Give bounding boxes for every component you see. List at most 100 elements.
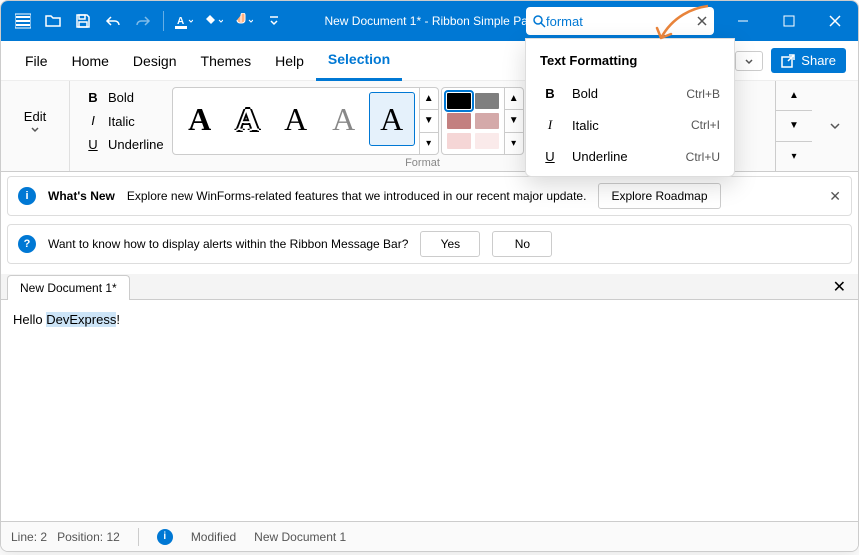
- gallery-expand-icon[interactable]: ▾: [505, 132, 523, 154]
- color-swatch[interactable]: [475, 113, 499, 129]
- color-swatch[interactable]: [475, 133, 499, 149]
- question-icon: ?: [18, 235, 36, 253]
- italic-icon: I: [540, 117, 560, 133]
- explore-roadmap-button[interactable]: Explore Roadmap: [598, 183, 720, 209]
- tab-design[interactable]: Design: [121, 41, 189, 81]
- close-button[interactable]: [812, 1, 858, 41]
- search-result-label: Underline: [572, 149, 628, 164]
- close-icon[interactable]: ✕: [829, 188, 841, 205]
- search-results-dropdown: Text Formatting B Bold Ctrl+B I Italic C…: [525, 38, 735, 177]
- underline-label: Underline: [108, 137, 164, 152]
- style-item-5[interactable]: A: [369, 92, 415, 146]
- share-button[interactable]: Share: [771, 48, 846, 73]
- question-text: Want to know how to display alerts withi…: [48, 237, 408, 251]
- maximize-button[interactable]: [766, 1, 812, 41]
- search-result-underline[interactable]: U Underline Ctrl+U: [526, 141, 734, 172]
- tab-help[interactable]: Help: [263, 41, 316, 81]
- titlebar-right: [526, 1, 858, 41]
- ribbon-overflow-expand-icon[interactable]: ▾: [776, 141, 812, 171]
- gallery-expand-icon[interactable]: ▾: [420, 132, 438, 154]
- gallery-scroll-down-icon[interactable]: ▼: [420, 109, 438, 131]
- search-icon: [532, 14, 546, 28]
- search-results-header: Text Formatting: [526, 47, 734, 78]
- bold-icon: B: [540, 86, 560, 101]
- color-gallery-scroll: ▲ ▼ ▾: [504, 88, 523, 154]
- italic-button[interactable]: I Italic: [80, 110, 170, 132]
- whats-new-bar: i What's New Explore new WinForms-relate…: [7, 176, 852, 216]
- font-style-list: B Bold I Italic U Underline: [80, 87, 170, 155]
- color-swatch[interactable]: [447, 113, 471, 129]
- separator: [138, 528, 139, 546]
- bold-button[interactable]: B Bold: [80, 87, 170, 108]
- app-window: A New Document 1* - Ribbon Simple Pad: [0, 0, 859, 552]
- color-swatch[interactable]: [475, 93, 499, 109]
- style-item-4[interactable]: A: [321, 92, 367, 146]
- open-icon[interactable]: [39, 7, 67, 35]
- qat-customize-icon[interactable]: [260, 7, 288, 35]
- font-style-items: A A A A A: [173, 88, 419, 154]
- search-input[interactable]: [546, 14, 696, 29]
- tab-themes[interactable]: Themes: [189, 41, 264, 81]
- gallery-scroll-up-icon[interactable]: ▲: [420, 88, 438, 109]
- gallery-scroll-up-icon[interactable]: ▲: [505, 88, 523, 109]
- style-item-3[interactable]: A: [273, 92, 319, 146]
- info-icon[interactable]: i: [157, 529, 173, 545]
- ribbon-overflow-down-icon[interactable]: ▼: [776, 110, 812, 140]
- style-item-2[interactable]: A: [225, 92, 271, 146]
- separator: [163, 11, 164, 31]
- document-text: Hello: [13, 312, 46, 327]
- titlebar: A New Document 1* - Ribbon Simple Pad: [1, 1, 858, 41]
- tab-selection[interactable]: Selection: [316, 41, 402, 81]
- tab-file[interactable]: File: [13, 41, 60, 81]
- no-button[interactable]: No: [492, 231, 552, 257]
- ribbon-options-dropdown[interactable]: [735, 51, 763, 71]
- status-doc-name: New Document 1: [254, 530, 346, 544]
- search-box[interactable]: [526, 7, 714, 35]
- fill-color-icon[interactable]: [200, 7, 228, 35]
- status-line: Line: 2 Position: 12: [11, 530, 120, 544]
- ribbon-overflow: ▲ ▼ ▾: [775, 81, 812, 171]
- underline-button[interactable]: U Underline: [80, 134, 170, 155]
- search-result-italic[interactable]: I Italic Ctrl+I: [526, 109, 734, 141]
- save-icon[interactable]: [69, 7, 97, 35]
- gallery-scroll-down-icon[interactable]: ▼: [505, 109, 523, 131]
- touch-icon[interactable]: [230, 7, 258, 35]
- underline-icon: U: [540, 149, 560, 164]
- status-modified: Modified: [191, 530, 236, 544]
- ribbon-collapse-button[interactable]: [812, 81, 858, 171]
- search-result-shortcut: Ctrl+U: [686, 150, 720, 164]
- svg-text:A: A: [177, 16, 184, 27]
- color-swatch[interactable]: [447, 133, 471, 149]
- edit-label: Edit: [24, 109, 46, 124]
- document-tab[interactable]: New Document 1*: [7, 275, 130, 300]
- bold-label: Bold: [108, 90, 134, 105]
- redo-icon[interactable]: [129, 7, 157, 35]
- edit-button[interactable]: Edit: [11, 87, 59, 155]
- share-label: Share: [801, 53, 836, 68]
- tab-right-controls: Share: [735, 48, 846, 73]
- color-gallery: ▲ ▼ ▾: [441, 87, 524, 155]
- clear-icon[interactable]: [696, 15, 708, 27]
- document-tabs: New Document 1* ✕: [1, 274, 858, 300]
- quick-access-toolbar: A: [1, 7, 288, 35]
- document-text: !: [116, 312, 120, 327]
- ribbon-overflow-up-icon[interactable]: ▲: [776, 81, 812, 110]
- font-style-gallery: A A A A A ▲ ▼ ▾: [172, 87, 439, 155]
- gallery-scroll: ▲ ▼ ▾: [419, 88, 438, 154]
- close-icon[interactable]: ✕: [827, 277, 852, 297]
- whats-new-text: Explore new WinForms-related features th…: [127, 189, 587, 203]
- tab-home[interactable]: Home: [60, 41, 121, 81]
- style-item-1[interactable]: A: [177, 92, 223, 146]
- font-color-icon[interactable]: A: [170, 7, 198, 35]
- minimize-button[interactable]: [720, 1, 766, 41]
- color-swatch[interactable]: [447, 93, 471, 109]
- italic-icon: I: [86, 113, 100, 129]
- document-editor[interactable]: Hello DevExpress!: [1, 300, 858, 521]
- undo-icon[interactable]: [99, 7, 127, 35]
- search-result-bold[interactable]: B Bold Ctrl+B: [526, 78, 734, 109]
- yes-button[interactable]: Yes: [420, 231, 480, 257]
- ribbon-group-edit: Edit: [1, 81, 70, 171]
- selected-text: DevExpress: [46, 312, 116, 327]
- app-menu-icon[interactable]: [9, 7, 37, 35]
- underline-icon: U: [86, 137, 100, 152]
